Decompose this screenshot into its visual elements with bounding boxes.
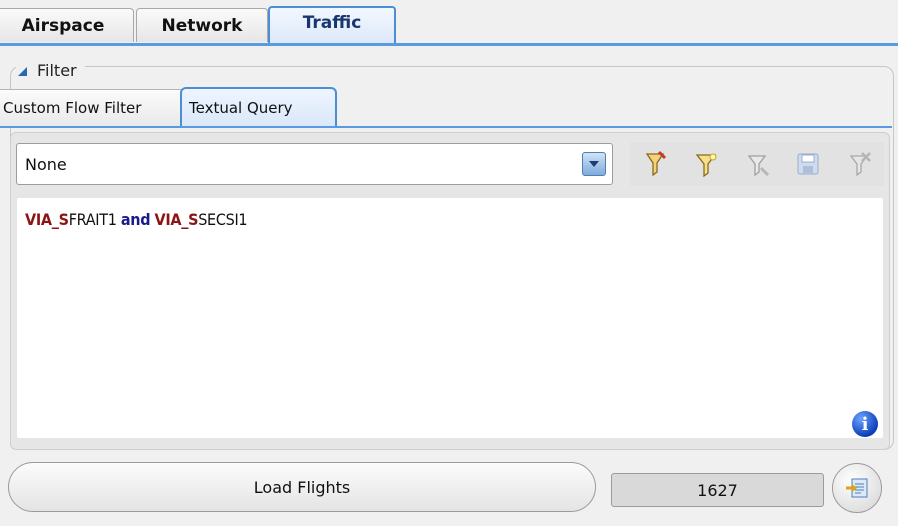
filter-toolbar xyxy=(630,142,884,186)
delete-filter-icon[interactable] xyxy=(844,149,874,179)
filter-title: Filter xyxy=(37,60,77,80)
tab-textual-query[interactable]: Textual Query xyxy=(180,87,337,126)
collapse-triangle-icon[interactable] xyxy=(18,66,27,76)
sub-tab-divider xyxy=(0,126,892,128)
query-select[interactable]: None xyxy=(16,143,613,185)
tab-custom-flow-filter[interactable]: Custom Flow Filter xyxy=(0,89,184,126)
query-text: VIA_SFRAIT1 and VIA_SSECSI1 xyxy=(25,210,248,229)
query-editor[interactable]: VIA_SFRAIT1 and VIA_SSECSI1 xyxy=(17,198,883,438)
query-value: FRAIT1 xyxy=(68,210,117,229)
export-icon xyxy=(846,478,868,498)
query-operator: and xyxy=(120,210,151,229)
flight-count-field: 1627 xyxy=(611,473,824,507)
query-select-value: None xyxy=(25,154,67,174)
main-tab-bar: Airspace Network Traffic xyxy=(0,0,898,44)
filter-group-header[interactable]: Filter xyxy=(16,59,85,81)
dropdown-button[interactable] xyxy=(582,152,606,176)
load-flights-button[interactable]: Load Flights xyxy=(8,462,596,512)
tab-traffic[interactable]: Traffic xyxy=(268,6,396,44)
tab-bar-divider xyxy=(0,43,898,46)
apply-filter-icon[interactable] xyxy=(691,149,721,179)
query-value: SECSI1 xyxy=(198,210,248,229)
edit-filter-icon[interactable] xyxy=(742,149,772,179)
export-button[interactable] xyxy=(832,463,882,513)
chevron-down-icon xyxy=(589,161,599,167)
query-keyword: VIA_S xyxy=(25,210,69,229)
tab-airspace[interactable]: Airspace xyxy=(0,8,134,42)
tab-network[interactable]: Network xyxy=(136,8,268,42)
query-keyword: VIA_S xyxy=(154,210,199,229)
info-icon[interactable]: i xyxy=(852,411,878,437)
save-icon[interactable] xyxy=(793,149,823,179)
new-filter-icon[interactable] xyxy=(640,149,670,179)
